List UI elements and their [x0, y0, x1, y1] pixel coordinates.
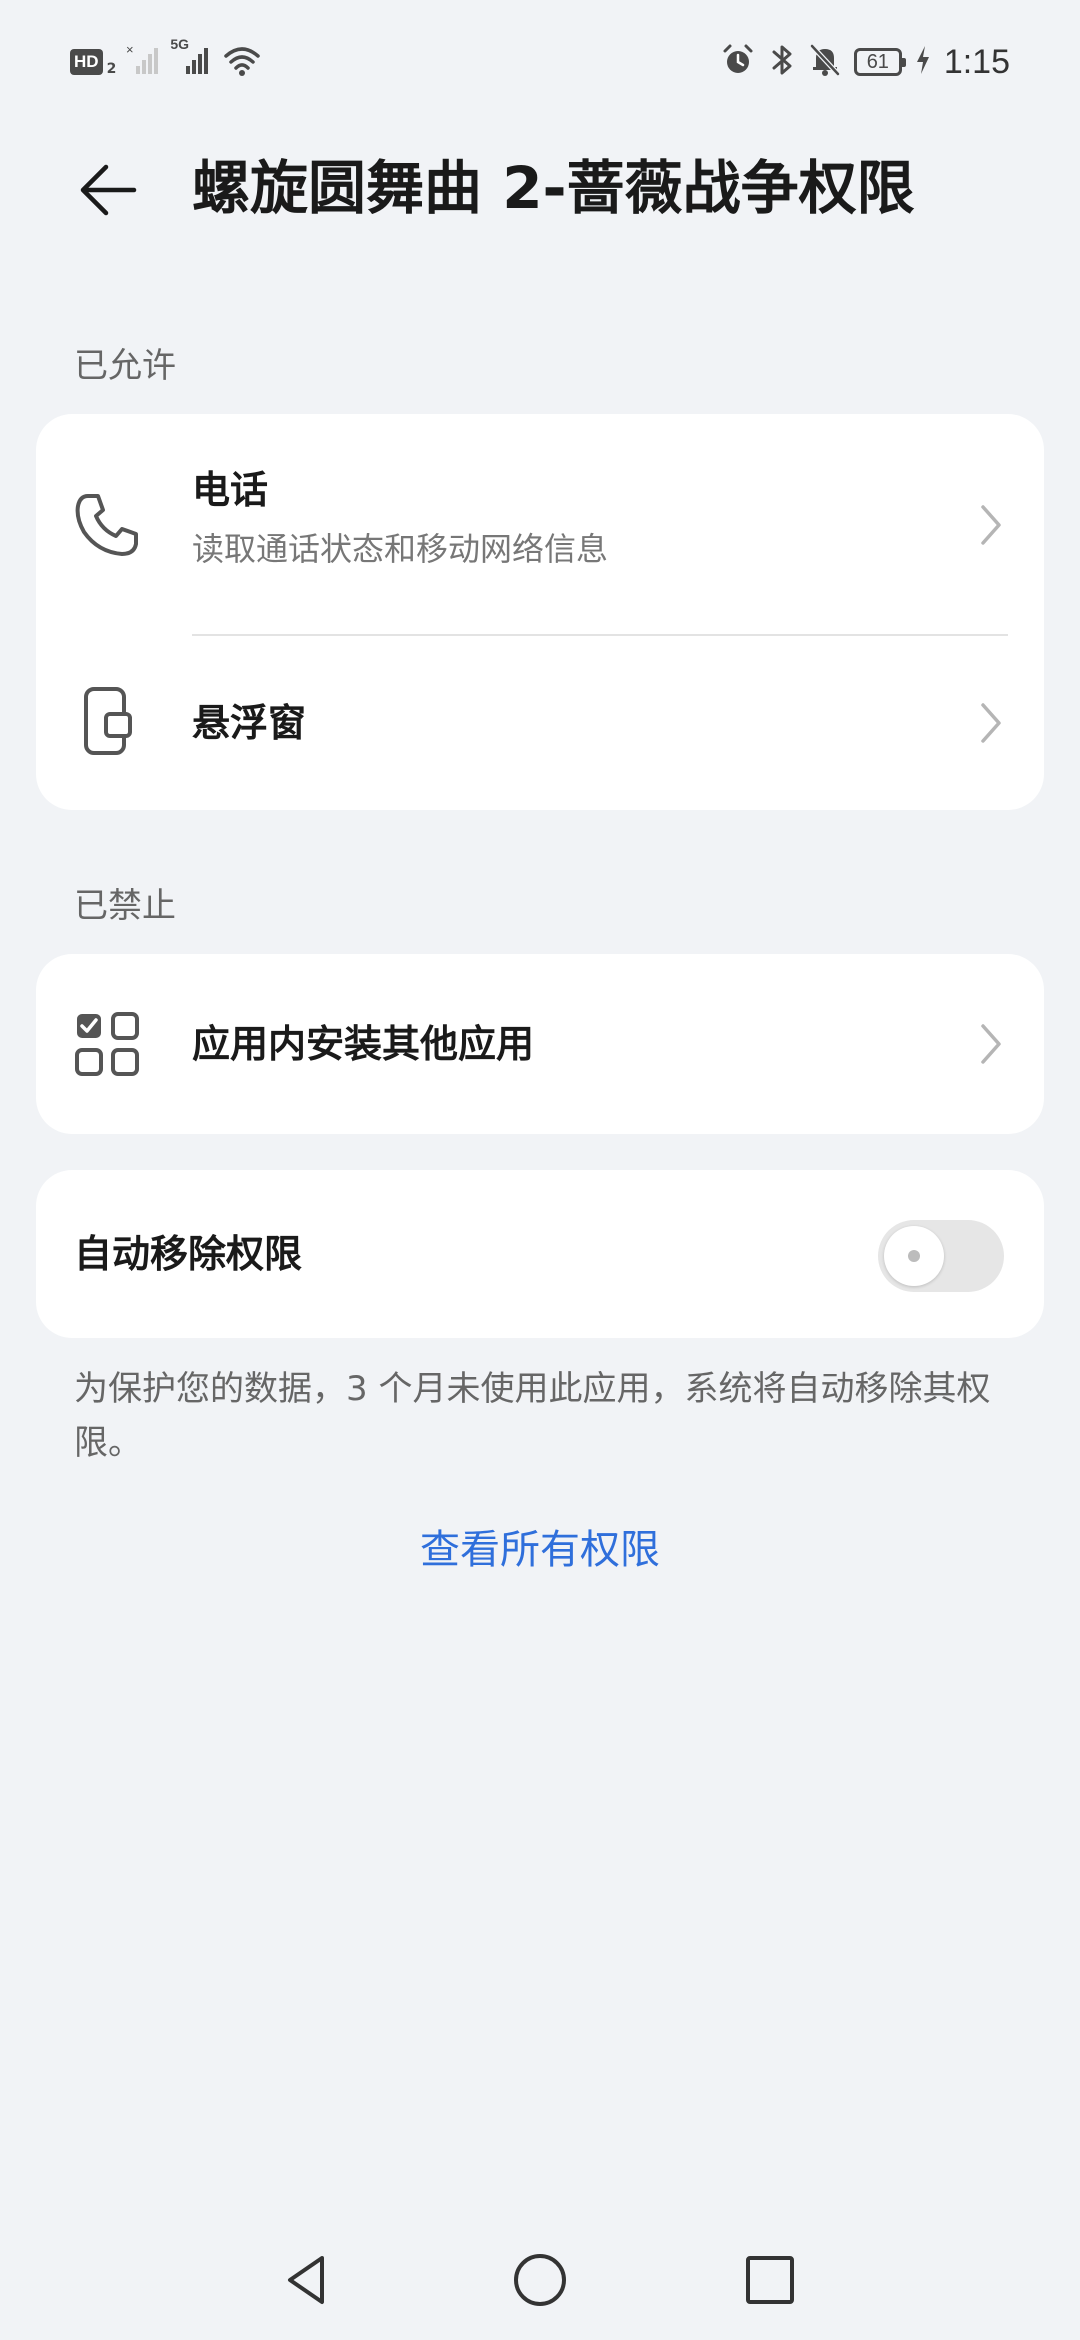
hd-badge: HD	[70, 49, 103, 75]
hd-sub-label: 2	[106, 61, 117, 77]
mute-icon	[808, 42, 842, 82]
page-title: 螺旋圆舞曲 2-蔷薇战争权限	[192, 154, 915, 222]
permission-title: 悬浮窗	[192, 701, 307, 745]
arrow-left-icon	[80, 164, 137, 216]
nav-back-button[interactable]	[268, 2240, 348, 2320]
signal-5g: 5G	[170, 36, 212, 82]
home-circle-icon	[514, 2254, 566, 2306]
battery-icon: 61	[853, 48, 906, 76]
auto-remove-label: 自动移除权限	[74, 1232, 303, 1276]
app-install-icon	[72, 1009, 142, 1079]
floating-window-icon	[72, 686, 142, 756]
status-bar: HD 2 × 5G 61 1:15	[0, 0, 1080, 120]
chevron-right-icon	[976, 1019, 1006, 1069]
toggle-knob	[884, 1226, 944, 1286]
nav-home-button[interactable]	[500, 2240, 580, 2320]
nav-recents-button[interactable]	[730, 2240, 810, 2320]
navigation-bar	[0, 2220, 1080, 2340]
permission-title: 电话	[192, 468, 269, 512]
phone-icon	[72, 490, 142, 560]
allowed-card: 电话 读取通话状态和移动网络信息 悬浮窗	[36, 414, 1044, 810]
bluetooth-icon	[768, 42, 796, 82]
status-bar-left: HD 2 × 5G	[70, 36, 262, 84]
permission-title: 应用内安装其他应用	[192, 1022, 535, 1066]
back-triangle-icon	[288, 2256, 324, 2304]
permission-row-phone[interactable]: 电话 读取通话状态和移动网络信息	[36, 414, 1044, 634]
auto-remove-note: 为保护您的数据，3 个月未使用此应用，系统将自动移除其权限。	[74, 1369, 991, 1463]
view-all-permissions-link[interactable]: 查看所有权限	[0, 1520, 1080, 1580]
permission-row-floating-window[interactable]: 悬浮窗	[36, 636, 1044, 810]
svg-text:×: ×	[126, 42, 134, 57]
allowed-section-label: 已允许	[74, 346, 176, 386]
wifi-icon	[222, 42, 262, 82]
denied-section-label: 已禁止	[74, 886, 176, 926]
recents-square-icon	[746, 2256, 794, 2304]
auto-remove-toggle[interactable]	[878, 1220, 1004, 1292]
back-button[interactable]	[70, 152, 146, 228]
permission-subtitle: 读取通话状态和移动网络信息	[192, 530, 609, 568]
alarm-icon	[720, 42, 756, 82]
chevron-right-icon	[976, 698, 1006, 748]
denied-card: 应用内安装其他应用	[36, 954, 1044, 1134]
permission-row-install-apps[interactable]: 应用内安装其他应用	[36, 954, 1044, 1134]
charging-icon	[914, 42, 932, 82]
status-time: 1:15	[943, 42, 1010, 81]
header: 螺旋圆舞曲 2-蔷薇战争权限	[0, 130, 1080, 250]
auto-remove-card: 自动移除权限	[36, 1170, 1044, 1338]
signal-5g-label: 5G	[170, 36, 189, 52]
status-bar-right: 61 1:15	[720, 40, 1010, 84]
chevron-right-icon	[976, 500, 1006, 550]
x-signal-icon: ×	[126, 42, 162, 82]
